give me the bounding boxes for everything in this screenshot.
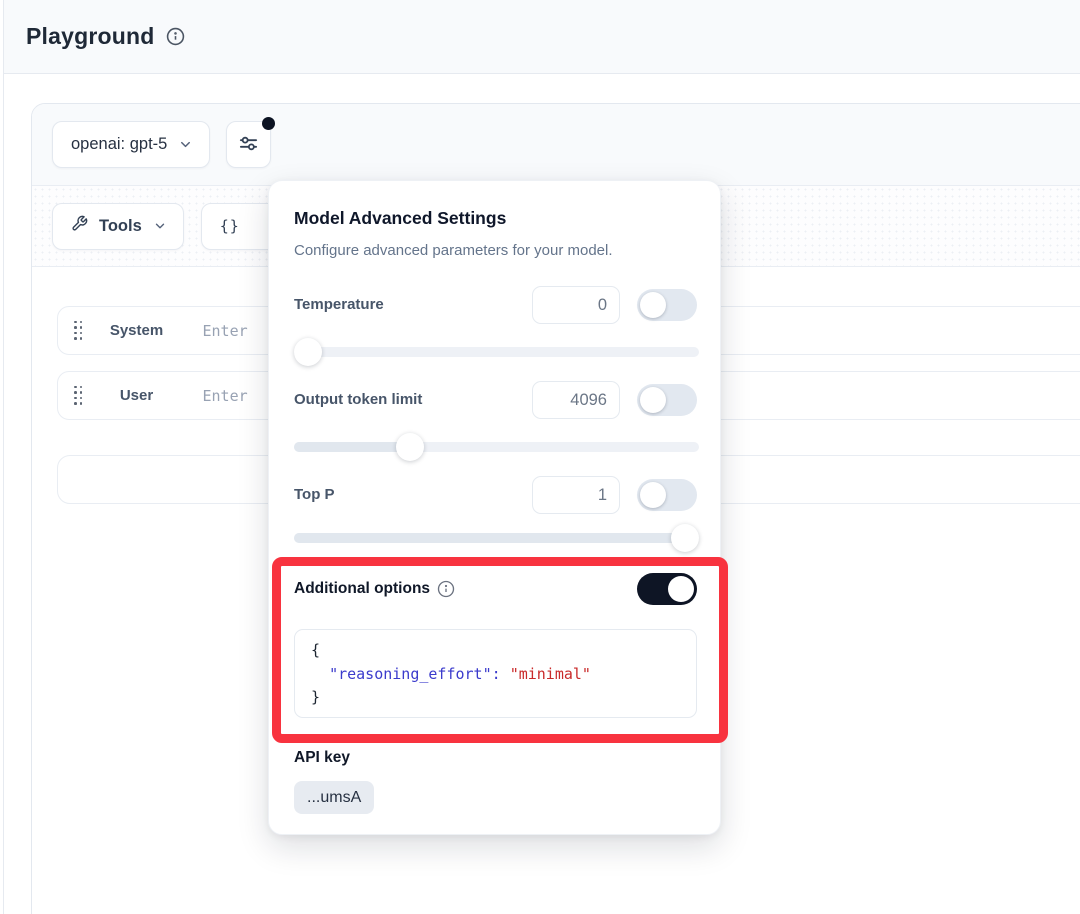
info-icon[interactable] xyxy=(166,27,185,46)
output-token-limit-input[interactable] xyxy=(532,381,620,419)
top-p-slider[interactable] xyxy=(294,533,699,543)
settings-notification-dot xyxy=(262,117,275,130)
popover-title: Model Advanced Settings xyxy=(294,208,506,229)
model-advanced-settings-popover: Model Advanced Settings Configure advanc… xyxy=(268,180,721,835)
slider-fill xyxy=(294,442,403,452)
chevron-down-icon xyxy=(153,219,167,233)
info-icon[interactable] xyxy=(437,580,455,598)
temperature-label: Temperature xyxy=(294,286,384,324)
additional-options-text: Additional options xyxy=(294,571,430,607)
message-placeholder: Enter xyxy=(203,387,248,405)
model-settings-button[interactable] xyxy=(226,121,271,168)
wrench-icon xyxy=(71,215,88,237)
message-placeholder: Enter xyxy=(203,322,248,340)
output-token-limit-slider[interactable] xyxy=(294,442,699,452)
tools-button[interactable]: Tools xyxy=(52,203,184,250)
toggle-knob xyxy=(668,576,694,602)
output-token-limit-label: Output token limit xyxy=(294,381,422,419)
chevron-down-icon xyxy=(178,137,193,152)
slider-handle[interactable] xyxy=(396,433,424,461)
code-indent xyxy=(311,665,329,683)
temperature-toggle[interactable] xyxy=(637,289,697,321)
message-role-label: System xyxy=(97,322,177,339)
json-button-label: {} xyxy=(220,217,240,235)
model-select-label: openai: gpt-5 xyxy=(71,135,167,154)
tools-button-label: Tools xyxy=(99,217,142,236)
additional-options-json-editor[interactable]: { "reasoning_effort": "minimal" } xyxy=(294,629,697,718)
code-brace: } xyxy=(311,688,320,706)
model-select-button[interactable]: openai: gpt-5 xyxy=(52,121,210,168)
temperature-input[interactable] xyxy=(532,286,620,324)
slider-handle[interactable] xyxy=(671,524,699,552)
model-bar: openai: gpt-5 xyxy=(32,104,1080,186)
drag-handle-icon[interactable] xyxy=(74,386,83,406)
api-key-value-badge[interactable]: ...umsA xyxy=(294,781,374,814)
additional-options-toggle[interactable] xyxy=(637,573,697,605)
code-value: "minimal" xyxy=(510,665,591,683)
code-space xyxy=(501,665,510,683)
sliders-icon xyxy=(238,133,259,157)
top-p-toggle[interactable] xyxy=(637,479,697,511)
code-key: "reasoning_effort" xyxy=(329,665,492,683)
code-colon: : xyxy=(492,665,501,683)
top-p-label: Top P xyxy=(294,476,335,514)
top-p-input[interactable] xyxy=(532,476,620,514)
popover-subtitle: Configure advanced parameters for your m… xyxy=(294,242,613,259)
toggle-knob xyxy=(640,482,666,508)
drag-handle-icon[interactable] xyxy=(74,321,83,341)
slider-handle[interactable] xyxy=(294,338,322,366)
toggle-knob xyxy=(640,387,666,413)
page-title: Playground xyxy=(26,23,155,50)
slider-fill xyxy=(294,533,699,543)
page: Playground openai: gpt-5 xyxy=(3,0,1080,914)
page-header: Playground xyxy=(4,0,1080,74)
output-token-limit-toggle[interactable] xyxy=(637,384,697,416)
code-brace: { xyxy=(311,641,320,659)
additional-options-label: Additional options xyxy=(294,571,455,607)
api-key-label: API key xyxy=(294,749,350,767)
temperature-slider[interactable] xyxy=(294,347,699,357)
toggle-knob xyxy=(640,292,666,318)
message-role-label: User xyxy=(97,387,177,404)
